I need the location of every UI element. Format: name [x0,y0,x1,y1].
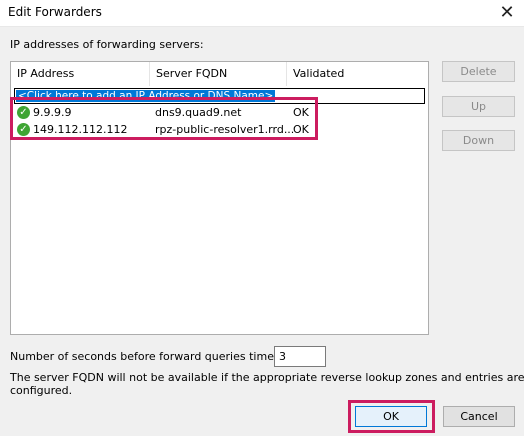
servers-label: IP addresses of forwarding servers: [10,38,204,51]
delete-button[interactable]: Delete [442,61,515,82]
timeout-input[interactable] [274,346,326,367]
fqdn-note-line1: The server FQDN will not be available if… [10,371,524,384]
close-icon[interactable]: ✕ [490,0,524,26]
cancel-button[interactable]: Cancel [443,406,515,427]
column-header-ip-address[interactable]: IP Address [11,62,150,86]
rows-highlight-box [10,97,318,140]
timeout-label: Number of seconds before forward queries… [10,350,300,363]
down-button[interactable]: Down [442,130,515,151]
column-header-server-fqdn[interactable]: Server FQDN [150,62,287,86]
window-title: Edit Forwarders [8,5,102,19]
up-button[interactable]: Up [442,96,515,117]
fqdn-note-line2: configured. [10,384,73,397]
ok-button[interactable]: OK [355,406,427,427]
title-bar: Edit Forwarders ✕ [0,0,524,27]
column-header-validated[interactable]: Validated [287,62,428,86]
